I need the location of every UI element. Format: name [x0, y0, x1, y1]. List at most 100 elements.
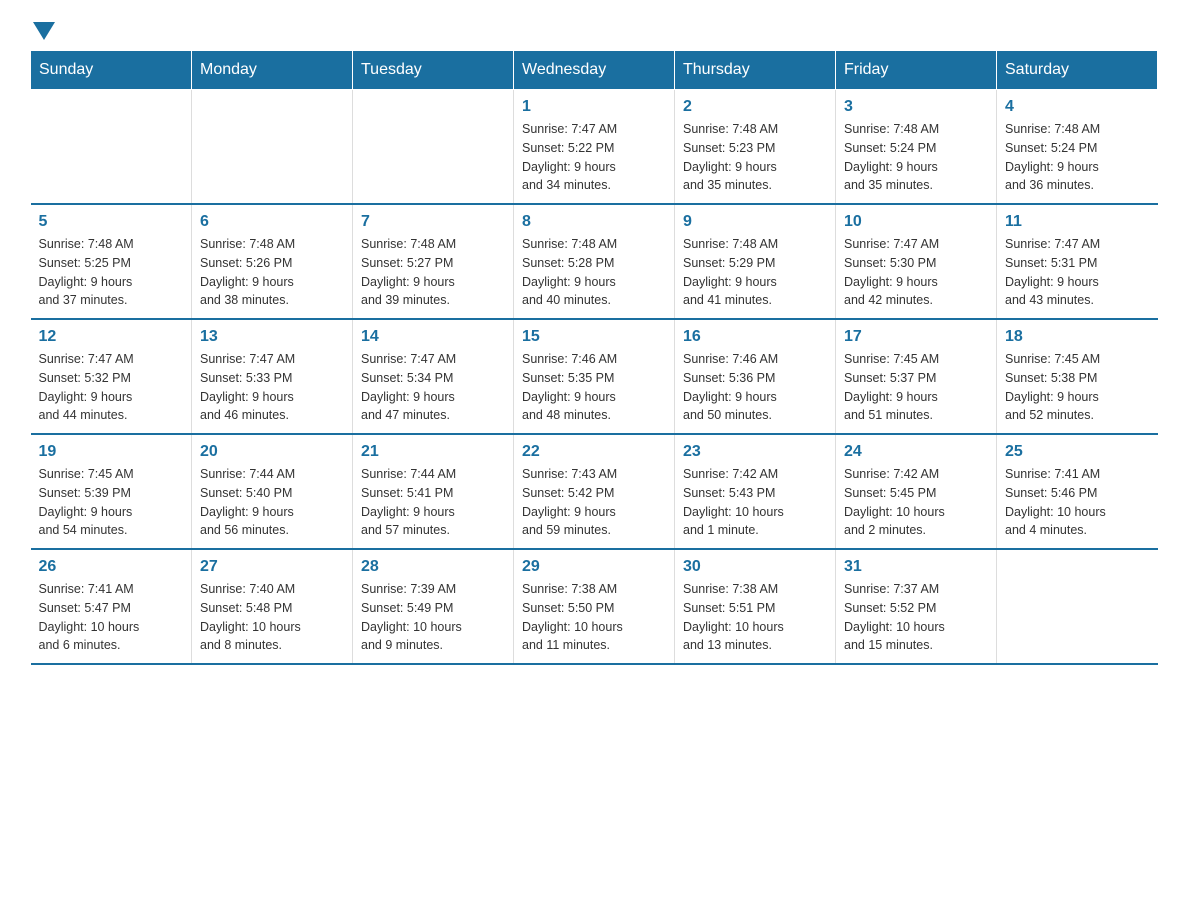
weekday-header-row: SundayMondayTuesdayWednesdayThursdayFrid… — [31, 51, 1158, 90]
calendar-cell: 27 Sunrise: 7:40 AM Sunset: 5:48 PM Dayli… — [192, 549, 353, 664]
calendar-cell: 29 Sunrise: 7:38 AM Sunset: 5:50 PM Dayli… — [514, 549, 675, 664]
weekday-header-saturday: Saturday — [997, 51, 1158, 90]
calendar-cell: 24 Sunrise: 7:42 AM Sunset: 5:45 PM Dayli… — [836, 434, 997, 549]
day-number: 21 — [361, 443, 505, 461]
weekday-header-thursday: Thursday — [675, 51, 836, 90]
calendar-cell: 31Sunrise: 7:37 AM Sunset: 5:52 PM Dayli… — [836, 549, 997, 664]
day-number: 24 — [844, 443, 988, 461]
day-number: 18 — [1005, 328, 1150, 346]
day-info: Sunrise: 7:48 AM Sunset: 5:25 PM Dayligh… — [39, 235, 184, 310]
day-info: Sunrise: 7:37 AM Sunset: 5:52 PM Dayligh… — [844, 580, 988, 655]
day-number: 8 — [522, 213, 666, 231]
calendar-cell: 10 Sunrise: 7:47 AM Sunset: 5:30 PM Dayli… — [836, 204, 997, 319]
calendar-week-1: 1 Sunrise: 7:47 AM Sunset: 5:22 PM Daylig… — [31, 90, 1158, 205]
calendar-table: SundayMondayTuesdayWednesdayThursdayFrid… — [30, 50, 1158, 665]
page-header — [30, 20, 1158, 40]
calendar-cell: 16 Sunrise: 7:46 AM Sunset: 5:36 PM Dayli… — [675, 319, 836, 434]
calendar-cell: 3 Sunrise: 7:48 AM Sunset: 5:24 PM Daylig… — [836, 90, 997, 205]
day-info: Sunrise: 7:45 AM Sunset: 5:39 PM Dayligh… — [39, 465, 184, 540]
day-number: 27 — [200, 558, 344, 576]
day-number: 6 — [200, 213, 344, 231]
day-info: Sunrise: 7:44 AM Sunset: 5:40 PM Dayligh… — [200, 465, 344, 540]
weekday-header-friday: Friday — [836, 51, 997, 90]
day-info: Sunrise: 7:48 AM Sunset: 5:24 PM Dayligh… — [1005, 120, 1150, 195]
calendar-week-5: 26Sunrise: 7:41 AM Sunset: 5:47 PM Dayli… — [31, 549, 1158, 664]
day-info: Sunrise: 7:47 AM Sunset: 5:33 PM Dayligh… — [200, 350, 344, 425]
calendar-cell: 17 Sunrise: 7:45 AM Sunset: 5:37 PM Dayli… — [836, 319, 997, 434]
calendar-cell: 22 Sunrise: 7:43 AM Sunset: 5:42 PM Dayli… — [514, 434, 675, 549]
day-info: Sunrise: 7:47 AM Sunset: 5:22 PM Dayligh… — [522, 120, 666, 195]
day-number: 17 — [844, 328, 988, 346]
day-info: Sunrise: 7:40 AM Sunset: 5:48 PM Dayligh… — [200, 580, 344, 655]
calendar-header: SundayMondayTuesdayWednesdayThursdayFrid… — [31, 51, 1158, 90]
weekday-header-wednesday: Wednesday — [514, 51, 675, 90]
calendar-cell: 18 Sunrise: 7:45 AM Sunset: 5:38 PM Dayli… — [997, 319, 1158, 434]
day-number: 1 — [522, 98, 666, 116]
calendar-cell: 28 Sunrise: 7:39 AM Sunset: 5:49 PM Dayli… — [353, 549, 514, 664]
calendar-cell: 6 Sunrise: 7:48 AM Sunset: 5:26 PM Daylig… — [192, 204, 353, 319]
calendar-body: 1 Sunrise: 7:47 AM Sunset: 5:22 PM Daylig… — [31, 90, 1158, 665]
day-info: Sunrise: 7:43 AM Sunset: 5:42 PM Dayligh… — [522, 465, 666, 540]
day-info: Sunrise: 7:47 AM Sunset: 5:30 PM Dayligh… — [844, 235, 988, 310]
calendar-cell: 25Sunrise: 7:41 AM Sunset: 5:46 PM Dayli… — [997, 434, 1158, 549]
day-number: 15 — [522, 328, 666, 346]
day-info: Sunrise: 7:48 AM Sunset: 5:29 PM Dayligh… — [683, 235, 827, 310]
day-number: 23 — [683, 443, 827, 461]
calendar-cell: 23 Sunrise: 7:42 AM Sunset: 5:43 PM Dayli… — [675, 434, 836, 549]
day-number: 12 — [39, 328, 184, 346]
calendar-cell: 1 Sunrise: 7:47 AM Sunset: 5:22 PM Daylig… — [514, 90, 675, 205]
calendar-week-2: 5 Sunrise: 7:48 AM Sunset: 5:25 PM Daylig… — [31, 204, 1158, 319]
day-info: Sunrise: 7:48 AM Sunset: 5:27 PM Dayligh… — [361, 235, 505, 310]
calendar-cell — [997, 549, 1158, 664]
day-number: 3 — [844, 98, 988, 116]
day-info: Sunrise: 7:47 AM Sunset: 5:31 PM Dayligh… — [1005, 235, 1150, 310]
calendar-cell: 13 Sunrise: 7:47 AM Sunset: 5:33 PM Dayli… — [192, 319, 353, 434]
day-number: 2 — [683, 98, 827, 116]
day-number: 4 — [1005, 98, 1150, 116]
day-info: Sunrise: 7:48 AM Sunset: 5:26 PM Dayligh… — [200, 235, 344, 310]
logo-triangle-icon — [33, 22, 55, 40]
calendar-week-4: 19 Sunrise: 7:45 AM Sunset: 5:39 PM Dayli… — [31, 434, 1158, 549]
day-info: Sunrise: 7:42 AM Sunset: 5:45 PM Dayligh… — [844, 465, 988, 540]
day-number: 11 — [1005, 213, 1150, 231]
calendar-week-3: 12 Sunrise: 7:47 AM Sunset: 5:32 PM Dayli… — [31, 319, 1158, 434]
day-info: Sunrise: 7:44 AM Sunset: 5:41 PM Dayligh… — [361, 465, 505, 540]
day-info: Sunrise: 7:41 AM Sunset: 5:47 PM Dayligh… — [39, 580, 184, 655]
calendar-cell: 26Sunrise: 7:41 AM Sunset: 5:47 PM Dayli… — [31, 549, 192, 664]
day-number: 29 — [522, 558, 666, 576]
day-number: 16 — [683, 328, 827, 346]
calendar-cell: 14Sunrise: 7:47 AM Sunset: 5:34 PM Dayli… — [353, 319, 514, 434]
day-number: 10 — [844, 213, 988, 231]
day-number: 28 — [361, 558, 505, 576]
calendar-cell: 8 Sunrise: 7:48 AM Sunset: 5:28 PM Daylig… — [514, 204, 675, 319]
day-info: Sunrise: 7:46 AM Sunset: 5:35 PM Dayligh… — [522, 350, 666, 425]
day-info: Sunrise: 7:48 AM Sunset: 5:28 PM Dayligh… — [522, 235, 666, 310]
day-number: 9 — [683, 213, 827, 231]
calendar-cell — [31, 90, 192, 205]
calendar-cell: 11 Sunrise: 7:47 AM Sunset: 5:31 PM Dayli… — [997, 204, 1158, 319]
day-info: Sunrise: 7:38 AM Sunset: 5:51 PM Dayligh… — [683, 580, 827, 655]
calendar-cell: 21 Sunrise: 7:44 AM Sunset: 5:41 PM Dayli… — [353, 434, 514, 549]
day-number: 20 — [200, 443, 344, 461]
day-number: 13 — [200, 328, 344, 346]
day-info: Sunrise: 7:45 AM Sunset: 5:38 PM Dayligh… — [1005, 350, 1150, 425]
day-number: 5 — [39, 213, 184, 231]
weekday-header-tuesday: Tuesday — [353, 51, 514, 90]
calendar-cell: 5 Sunrise: 7:48 AM Sunset: 5:25 PM Daylig… — [31, 204, 192, 319]
day-number: 30 — [683, 558, 827, 576]
calendar-cell: 15 Sunrise: 7:46 AM Sunset: 5:35 PM Dayli… — [514, 319, 675, 434]
day-info: Sunrise: 7:46 AM Sunset: 5:36 PM Dayligh… — [683, 350, 827, 425]
calendar-cell: 2Sunrise: 7:48 AM Sunset: 5:23 PM Daylig… — [675, 90, 836, 205]
calendar-cell — [353, 90, 514, 205]
day-info: Sunrise: 7:48 AM Sunset: 5:24 PM Dayligh… — [844, 120, 988, 195]
calendar-cell: 12 Sunrise: 7:47 AM Sunset: 5:32 PM Dayli… — [31, 319, 192, 434]
day-info: Sunrise: 7:39 AM Sunset: 5:49 PM Dayligh… — [361, 580, 505, 655]
day-info: Sunrise: 7:42 AM Sunset: 5:43 PM Dayligh… — [683, 465, 827, 540]
day-number: 22 — [522, 443, 666, 461]
calendar-cell: 20 Sunrise: 7:44 AM Sunset: 5:40 PM Dayli… — [192, 434, 353, 549]
day-info: Sunrise: 7:47 AM Sunset: 5:32 PM Dayligh… — [39, 350, 184, 425]
weekday-header-sunday: Sunday — [31, 51, 192, 90]
day-info: Sunrise: 7:45 AM Sunset: 5:37 PM Dayligh… — [844, 350, 988, 425]
day-number: 19 — [39, 443, 184, 461]
day-info: Sunrise: 7:38 AM Sunset: 5:50 PM Dayligh… — [522, 580, 666, 655]
